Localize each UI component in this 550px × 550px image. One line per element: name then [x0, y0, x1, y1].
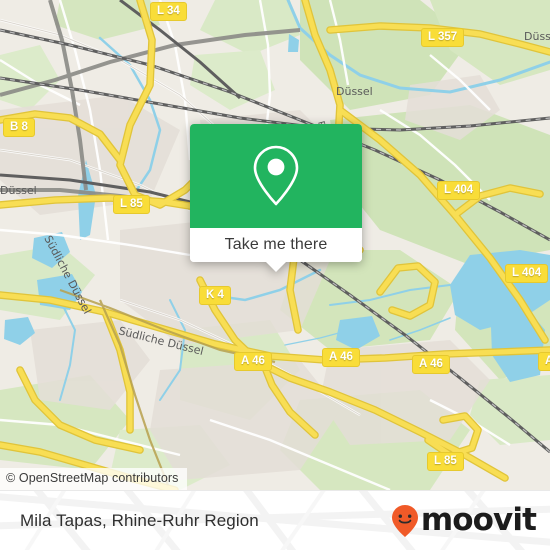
- road-shield: L 404: [505, 264, 549, 284]
- road-shield: B 8: [3, 118, 35, 138]
- moovit-logo[interactable]: moovit: [390, 502, 537, 538]
- road-shield: K 4: [199, 286, 231, 306]
- map-pin-icon: [253, 145, 299, 206]
- popup-tail: [265, 261, 287, 272]
- road-shield: L 85: [427, 452, 464, 472]
- road-shield: A: [538, 352, 550, 372]
- take-me-there-label: Take me there: [224, 236, 328, 253]
- road-shield: L 404: [437, 181, 481, 201]
- moovit-wordmark: moovit: [420, 502, 537, 538]
- road-shield: A 46: [322, 348, 360, 368]
- road-shield: L 34: [150, 2, 187, 22]
- osm-attribution[interactable]: © OpenStreetMap contributors: [0, 468, 187, 490]
- take-me-there-button[interactable]: Take me there: [190, 228, 362, 262]
- road-shield: L 357: [421, 28, 465, 48]
- road-shield: L 85: [113, 195, 150, 215]
- place-name-label: Mila Tapas, Rhine-Ruhr Region: [20, 510, 259, 530]
- svg-text:Düssel: Düssel: [0, 184, 37, 197]
- road-shield: A 46: [234, 352, 272, 372]
- svg-text:Düssel: Düssel: [336, 85, 373, 98]
- svg-text:Düsse: Düsse: [524, 30, 550, 43]
- location-popup-card[interactable]: Take me there: [190, 124, 362, 272]
- popup-header: [190, 124, 362, 228]
- footer-bar: Mila Tapas, Rhine-Ruhr Region moovit: [0, 490, 550, 550]
- moovit-smiley-pin-icon: [391, 504, 418, 537]
- moovit-map-screenshot: Düssel Düsse Düssel Rü Südliche Düssel S…: [0, 0, 550, 550]
- road-shield: A 46: [412, 355, 450, 375]
